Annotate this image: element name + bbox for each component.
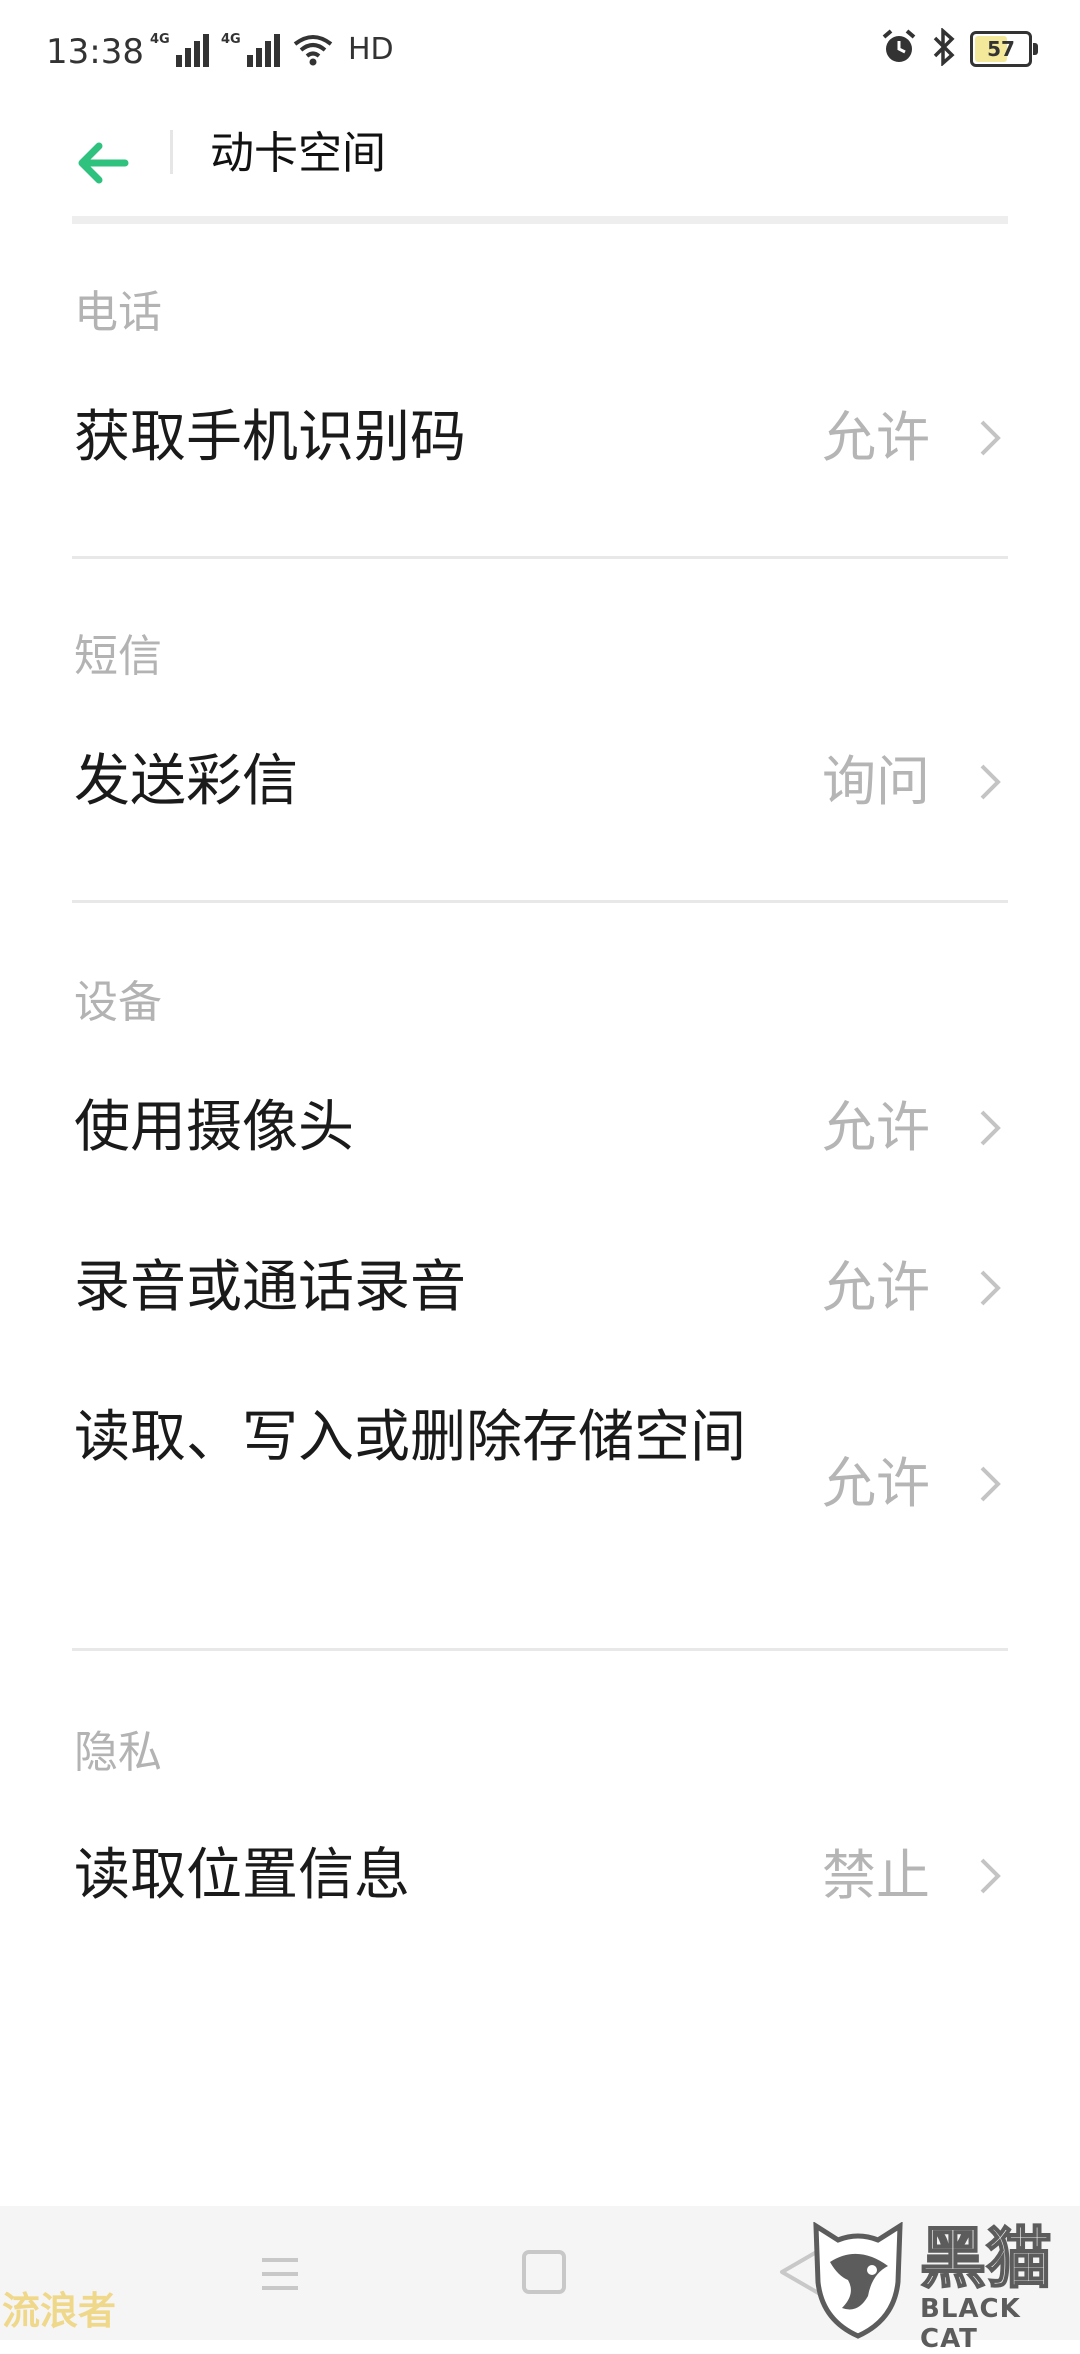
network-type-label: 4G <box>150 31 170 47</box>
section-divider <box>72 900 1008 903</box>
alarm-icon <box>880 28 918 70</box>
watermark-brand: 黑猫 BLACK CAT <box>919 2220 1080 2354</box>
permission-label: 获取手机识别码 <box>74 405 466 470</box>
section-label-sms: 短信 <box>74 631 162 682</box>
permission-row-location[interactable]: 读取位置信息 禁止 <box>0 1836 1080 1916</box>
permission-row-camera[interactable]: 使用摄像头 允许 <box>0 1088 1080 1168</box>
section-label-privacy: 隐私 <box>74 1727 162 1778</box>
hd-label: HD <box>348 32 394 67</box>
section-label-device: 设备 <box>74 977 162 1028</box>
header-divider <box>170 130 173 174</box>
status-bar: 13:38 4G 4G HD 57 <box>0 0 1080 110</box>
permission-label: 使用摄像头 <box>74 1095 354 1160</box>
chevron-right-icon <box>970 742 1010 822</box>
permission-row-send-mms[interactable]: 发送彩信 询问 <box>0 742 1080 822</box>
page-title: 动卡空间 <box>210 128 386 179</box>
arrow-left-icon <box>78 142 129 184</box>
home-square-icon[interactable] <box>522 2250 566 2294</box>
permission-value: 禁止 <box>822 1844 930 1907</box>
permission-row-record-audio[interactable]: 录音或通话录音 允许 <box>0 1248 1080 1328</box>
permission-value: 允许 <box>822 406 930 469</box>
section-label-phone: 电话 <box>74 287 162 338</box>
navigation-bar <box>0 2206 1080 2340</box>
chevron-right-icon <box>970 1836 1010 1916</box>
permission-label: 录音或通话录音 <box>74 1255 466 1320</box>
chevron-right-icon <box>970 1444 1010 1524</box>
back-button[interactable] <box>68 128 138 198</box>
watermark-brand-cn: 黑猫 <box>919 2220 1053 2297</box>
permission-value: 允许 <box>822 1256 930 1319</box>
chevron-right-icon <box>970 398 1010 478</box>
watermark-brand-en: BLACK CAT <box>920 2294 1021 2354</box>
status-time: 13:38 <box>46 32 144 72</box>
permission-label: 读取、写入或删除存储空间 <box>74 1405 746 1470</box>
menu-icon[interactable] <box>258 2252 302 2296</box>
status-left-icons: 4G 4G HD <box>150 32 394 67</box>
battery-icon: 57 <box>970 31 1038 67</box>
chevron-right-icon <box>970 1248 1010 1328</box>
permission-label: 发送彩信 <box>74 749 298 814</box>
permission-value: 允许 <box>822 1096 930 1159</box>
watermark-text: 流浪者 <box>2 2289 117 2333</box>
app-header: 动卡空间 <box>0 110 1080 220</box>
bluetooth-icon <box>932 27 956 70</box>
signal-icon: 4G <box>221 33 280 67</box>
permission-label: 读取位置信息 <box>74 1843 410 1908</box>
section-divider <box>72 1648 1008 1651</box>
wifi-icon <box>292 33 334 67</box>
permission-row-storage[interactable]: 读取、写入或删除存储空间 允许 <box>0 1398 1080 1568</box>
battery-level: 57 <box>987 37 1015 61</box>
network-type-label: 4G <box>221 31 241 47</box>
chevron-right-icon <box>970 1088 1010 1168</box>
permission-value: 允许 <box>822 1452 930 1515</box>
header-bottom-divider <box>72 216 1008 224</box>
black-cat-logo-icon <box>808 2221 908 2340</box>
status-right-icons: 57 <box>880 27 1038 70</box>
section-divider <box>72 556 1008 559</box>
permission-row-device-id[interactable]: 获取手机识别码 允许 <box>0 398 1080 478</box>
signal-icon: 4G <box>150 33 209 67</box>
permission-value: 询问 <box>822 750 930 813</box>
